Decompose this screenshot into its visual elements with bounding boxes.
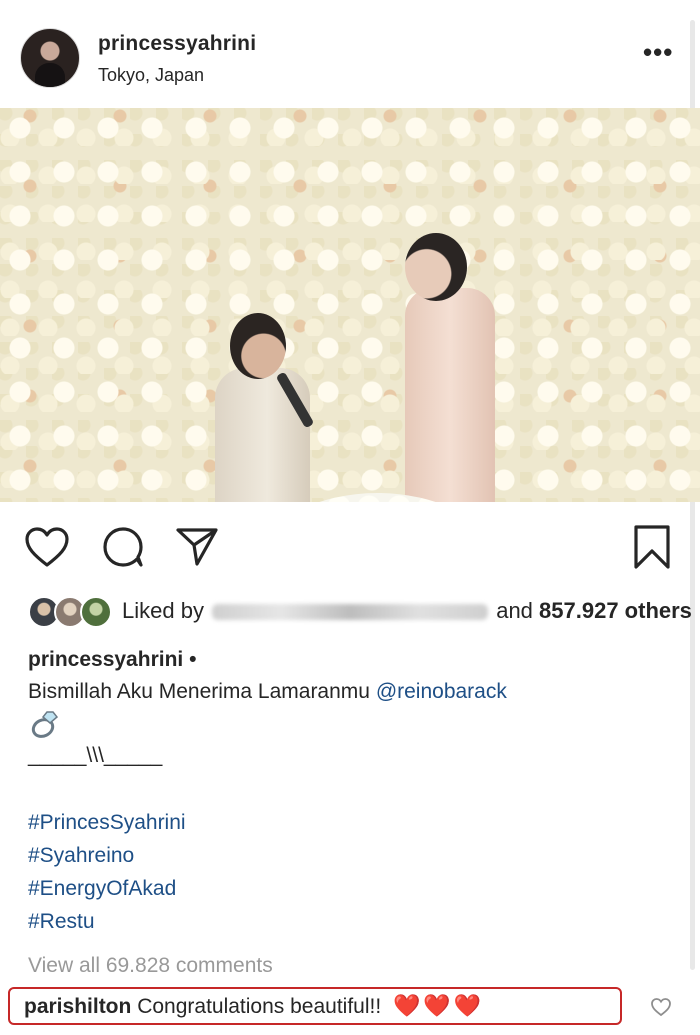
heart-icon[interactable] [24, 526, 70, 568]
post-photo[interactable] [0, 108, 700, 502]
hashtag-link[interactable]: #Syahreino [28, 844, 134, 868]
caption-text-line: Bismillah Aku Menerima Lamaranmu @reinob… [28, 680, 507, 704]
likes-count[interactable]: 857.927 others [539, 598, 692, 623]
caption-separator: • [189, 648, 197, 671]
post-author-username[interactable]: princessyahrini [98, 32, 256, 56]
likes-text: Liked by and 857.927 others [122, 596, 692, 626]
caption-divider: _____\\\_____ [28, 744, 163, 767]
top-comment: parishilton Congratulations beautiful!! … [24, 993, 484, 1019]
liker-avatars [28, 596, 112, 628]
caption-text: Bismillah Aku Menerima Lamaranmu [28, 680, 370, 703]
hashtag-link[interactable]: #EnergyOfAkad [28, 877, 176, 901]
comment-text: Congratulations beautiful!! [137, 995, 382, 1018]
comment-username[interactable]: parishilton [24, 995, 131, 1018]
liked-by-label: Liked by [122, 598, 204, 623]
liker-avatar [80, 596, 112, 628]
caption-mention-link[interactable]: @reinobarack [376, 680, 507, 703]
bookmark-icon[interactable] [632, 524, 672, 570]
hashtag-link[interactable]: #Restu [28, 910, 95, 934]
photo-woman-figure [405, 288, 495, 502]
photo-woman-head [405, 233, 467, 301]
comment-icon[interactable] [101, 526, 145, 568]
comment-like-heart-icon[interactable] [650, 997, 672, 1017]
post-header: princessyahrini Tokyo, Japan ••• [0, 0, 700, 108]
photo-man-head [230, 313, 286, 379]
share-icon[interactable] [175, 525, 219, 567]
caption-username-row: princessyahrini • [28, 648, 196, 672]
likes-and-label: and [496, 598, 533, 623]
more-options-icon[interactable]: ••• [643, 39, 673, 65]
ring-icon [31, 711, 59, 738]
post-location[interactable]: Tokyo, Japan [98, 65, 204, 86]
avatar[interactable] [20, 28, 80, 88]
comment-heart-emoji: ❤️❤️❤️ [393, 993, 485, 1018]
hashtag-link[interactable]: #PrincesSyahrini [28, 811, 186, 835]
photo-man-figure [215, 368, 310, 502]
likes-row[interactable]: Liked by and 857.927 others [28, 596, 692, 628]
view-all-comments-link[interactable]: View all 69.828 comments [28, 954, 273, 978]
blurred-username [212, 604, 489, 621]
caption-username[interactable]: princessyahrini [28, 648, 183, 671]
